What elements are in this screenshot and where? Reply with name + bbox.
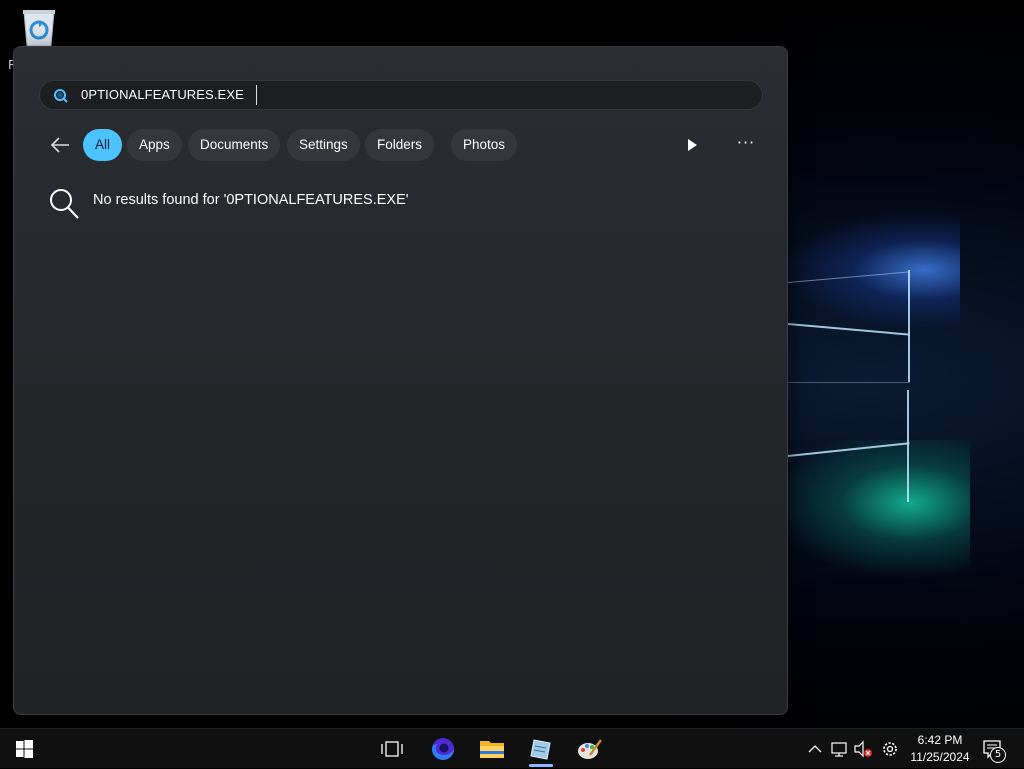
search-icon [50,189,79,219]
wallpaper-line [907,390,909,502]
clock-date: 11/25/2024 [910,750,970,764]
wallpaper-glow-bottom [770,440,970,580]
text-cursor [256,85,257,105]
notification-count-badge: 5 [990,747,1006,763]
more-options-button[interactable]: ··· [734,135,758,154]
filter-bar: All Apps Documents Settings Folders Phot… [39,129,769,161]
system-clock[interactable]: 6:42 PM 11/25/2024 [905,732,975,766]
firefox-icon[interactable] [423,729,463,769]
back-arrow-icon[interactable] [49,135,71,155]
file-explorer-icon[interactable] [472,729,512,769]
filter-apps[interactable]: Apps [127,129,182,161]
filter-settings[interactable]: Settings [287,129,360,161]
chevron-up-icon[interactable] [806,729,824,769]
recycle-bin-icon[interactable] [18,8,60,48]
start-icon[interactable] [4,729,44,769]
no-results-text: No results found for '0PTIONALFEATURES.E… [93,192,409,208]
paint-icon[interactable] [570,729,610,769]
search-panel: 0PTIONALFEATURES.EXE All Apps Documents … [13,46,788,715]
network-icon[interactable] [828,729,850,769]
clock-time: 6:42 PM [917,733,963,747]
wallpaper-line [908,270,910,382]
search-icon [54,89,68,103]
filter-folders[interactable]: Folders [365,129,435,161]
taskbar: 6:42 PM 11/25/2024 5 [0,728,1024,768]
notepad-icon[interactable] [521,729,561,769]
play-icon[interactable] [684,137,700,153]
wallpaper-glow-top [780,210,960,330]
filter-all[interactable]: All [83,129,123,161]
settings-gear-icon[interactable] [879,729,901,769]
volume-muted-icon[interactable] [852,729,874,769]
filter-documents[interactable]: Documents [188,129,281,161]
filter-photos[interactable]: Photos [451,129,518,161]
task-view-icon[interactable] [372,729,412,769]
search-input[interactable]: 0PTIONALFEATURES.EXE [39,80,763,110]
no-results-message: No results found for '0PTIONALFEATURES.E… [48,187,648,221]
search-query[interactable]: 0PTIONALFEATURES.EXE [81,87,244,102]
wallpaper-line [788,382,910,383]
active-app-indicator [529,764,553,767]
